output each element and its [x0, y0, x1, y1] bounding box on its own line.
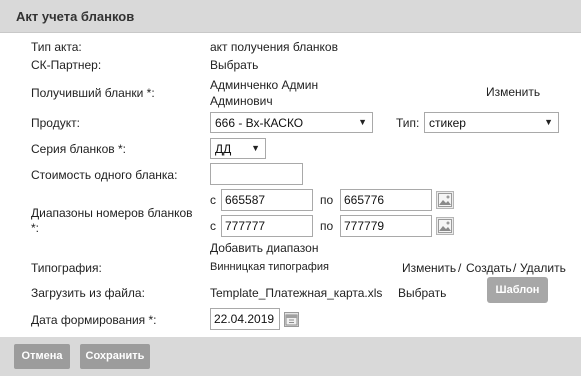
range-to-input[interactable]: 777779	[340, 215, 432, 237]
range-from-label: с	[210, 219, 216, 233]
receiver-change-link[interactable]: Изменить	[486, 85, 540, 99]
ranges-label-line2: *:	[31, 221, 40, 235]
partner-label: СК-Партнер:	[31, 58, 102, 72]
template-button[interactable]: Шаблон	[487, 277, 548, 303]
range-from-label: с	[210, 193, 216, 207]
dialog-header: Акт учета бланков	[0, 0, 581, 33]
range-from-input[interactable]: 665587	[221, 189, 313, 211]
range-to-label: по	[320, 193, 334, 207]
date-input[interactable]: 22.04.2019	[210, 308, 280, 330]
cost-label: Стоимость одного бланка:	[31, 168, 178, 182]
calendar-icon[interactable]	[284, 312, 299, 327]
upload-label: Загрузить из файла:	[31, 286, 145, 300]
image-icon[interactable]	[436, 217, 454, 235]
typography-value: Винницкая типография	[210, 261, 329, 273]
ranges-label-line1: Диапазоны номеров бланков	[31, 206, 193, 220]
range-from-input[interactable]: 777777	[221, 215, 313, 237]
receiver-name-line2: Админович	[210, 94, 273, 108]
product-select[interactable]: 666 - Вх-КАСКО ▼	[210, 112, 373, 133]
type-selected: стикер	[429, 116, 466, 130]
receiver-name-line1: Админченко Админ	[210, 78, 319, 92]
range-to-input[interactable]: 665776	[340, 189, 432, 211]
date-label: Дата формирования *:	[31, 313, 157, 327]
range-to-label: по	[320, 219, 334, 233]
partner-select-link[interactable]: Выбрать	[210, 58, 258, 72]
chevron-down-icon: ▼	[251, 143, 260, 153]
product-selected: 666 - Вх-КАСКО	[215, 116, 304, 130]
upload-file-name: Template_Платежная_карта.xls	[210, 286, 383, 300]
receiver-label: Получивший бланки *:	[31, 86, 155, 100]
typography-separator: /	[458, 261, 462, 275]
image-icon[interactable]	[436, 191, 454, 209]
save-button[interactable]: Сохранить	[80, 344, 150, 369]
add-range-link[interactable]: Добавить диапазон	[210, 241, 318, 255]
upload-choose-link[interactable]: Выбрать	[398, 286, 446, 300]
act-type-value: акт получения бланков	[210, 40, 338, 54]
typography-create-link[interactable]: Создать	[466, 261, 512, 275]
cancel-button[interactable]: Отмена	[14, 344, 70, 369]
cost-input[interactable]	[210, 163, 303, 185]
dialog-title: Акт учета бланков	[16, 9, 135, 24]
series-select[interactable]: ДД ▼	[210, 138, 266, 159]
typography-label: Типография:	[31, 261, 102, 275]
typography-change-link[interactable]: Изменить	[402, 261, 456, 275]
type-select[interactable]: стикер ▼	[424, 112, 559, 133]
dialog-footer: Отмена Сохранить	[0, 337, 581, 376]
act-type-label: Тип акта:	[31, 40, 82, 54]
chevron-down-icon: ▼	[544, 117, 553, 127]
chevron-down-icon: ▼	[358, 117, 367, 127]
series-label: Серия бланков *:	[31, 142, 126, 156]
series-selected: ДД	[215, 142, 232, 156]
typography-delete-link[interactable]: Удалить	[520, 261, 566, 275]
type-label: Тип:	[396, 116, 420, 130]
typography-separator: /	[513, 261, 517, 275]
product-label: Продукт:	[31, 116, 80, 130]
